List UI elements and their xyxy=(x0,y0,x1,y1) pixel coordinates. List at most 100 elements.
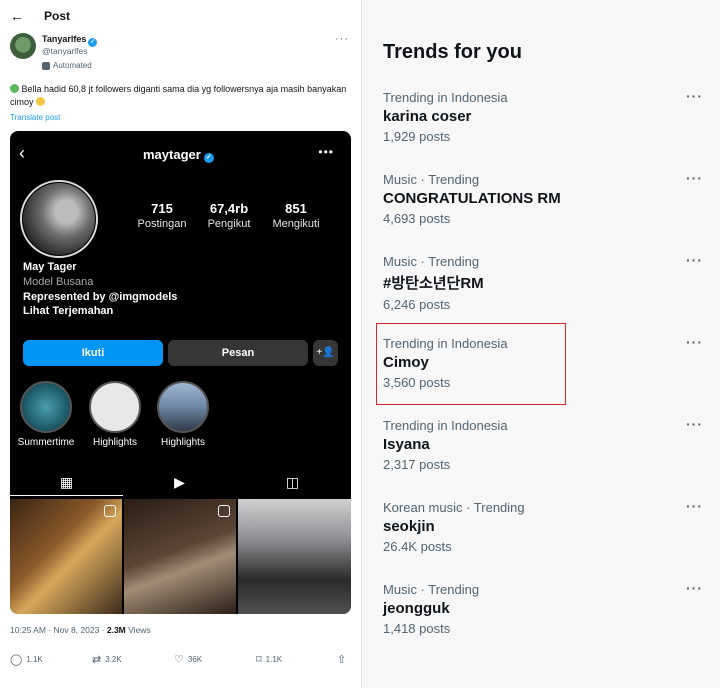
ig-add-person-icon: +👤 xyxy=(313,340,338,366)
ig-message-button: Pesan xyxy=(168,340,308,366)
bookmark-icon: ⌑ xyxy=(256,654,262,666)
ig-stat-label: Mengikuti xyxy=(272,218,320,230)
ig-highlight: Highlights xyxy=(151,381,215,448)
verified-badge-icon: ✓ xyxy=(88,38,98,47)
reply-count: 1.1K xyxy=(26,655,43,664)
more-options-icon[interactable]: ··· xyxy=(686,334,703,350)
trend-context: Music · Trending xyxy=(383,254,480,269)
ig-represented: Represented by @imgmodels xyxy=(23,291,178,303)
highlight-annotation-box xyxy=(376,323,566,405)
ig-follow-button: Ikuti xyxy=(23,340,163,366)
ig-highlight-circle xyxy=(20,381,72,433)
trend-name: jeongguk xyxy=(383,600,450,617)
ig-highlight: Highlights xyxy=(83,381,147,448)
tweet-body: Bella hadid 60,8 jt followers diganti sa… xyxy=(10,84,347,107)
ig-highlight-circle xyxy=(89,381,141,433)
trend-name: #방탄소년단RM xyxy=(383,275,484,292)
post-actions: ◯ 1.1K ⇄ 3.2K ♡ 36K ⌑ 1.1K ⇧ xyxy=(10,653,355,669)
trend-count: 1,418 posts xyxy=(383,621,451,636)
ig-tagged-tab-icon: ◫ xyxy=(285,474,300,490)
bot-icon xyxy=(42,61,50,70)
ig-stat-label: Pengikut xyxy=(207,218,251,230)
ig-stat-label: Postingan xyxy=(137,218,187,230)
ig-highlight-label: Highlights xyxy=(93,437,137,448)
repost-count: 3.2K xyxy=(105,655,122,664)
ig-reels-tab-icon: ▶ xyxy=(174,474,185,490)
trend-name: seokjin xyxy=(383,518,435,535)
automated-label: Automated xyxy=(42,61,92,70)
more-options-icon[interactable]: ··· xyxy=(686,252,703,268)
repost-button[interactable]: ⇄ 3.2K xyxy=(92,653,122,666)
trend-count: 4,693 posts xyxy=(383,211,451,226)
post-title: Post xyxy=(44,9,71,23)
back-arrow-icon[interactable]: ← xyxy=(10,8,24,24)
ig-username-text: maytager xyxy=(143,147,201,162)
ig-stat-num: 851 xyxy=(285,201,307,216)
trend-count: 6,246 posts xyxy=(383,297,451,312)
automated-text: Automated xyxy=(53,61,92,70)
instagram-screenshot[interactable]: ‹ maytager ✓ ••• 715 Postingan 67,4rb Pen… xyxy=(10,131,351,614)
trend-name: CONGRATULATIONS RM xyxy=(383,190,561,207)
reply-button[interactable]: ◯ 1.1K xyxy=(10,653,43,666)
sad-face-icon xyxy=(36,97,46,106)
tweet-text: Bella hadid 60,8 jt followers diganti sa… xyxy=(10,83,350,109)
post-timestamp[interactable]: 10:25 AM · Nov 8, 2023 · xyxy=(10,625,107,635)
trend-context: Music · Trending xyxy=(383,582,480,597)
reels-icon xyxy=(218,505,230,517)
ig-highlight-label: Summertime xyxy=(17,437,75,448)
post-author: Tanyarlfes ✓ @tanyarlfes Automated ··· xyxy=(10,33,355,73)
trend-name: Isyana xyxy=(383,436,430,453)
trend-context: Trending in Indonesia xyxy=(383,90,508,105)
trend-item[interactable]: Music · Trending #방탄소년단RM 6,246 posts ··… xyxy=(383,252,703,324)
post-header: ← xyxy=(10,8,24,24)
ig-grid-tab-icon: ▦ xyxy=(59,474,74,490)
author-handle[interactable]: @tanyarlfes xyxy=(42,46,87,56)
more-options-icon[interactable]: ··· xyxy=(686,416,703,432)
bookmark-button[interactable]: ⌑ 1.1K xyxy=(256,653,282,666)
heart-icon: ♡ xyxy=(174,654,184,666)
trend-context: Korean music · Trending xyxy=(383,500,525,515)
more-options-icon[interactable]: ··· xyxy=(686,88,703,104)
ig-category: Model Busana xyxy=(23,276,94,288)
like-button[interactable]: ♡ 36K xyxy=(174,653,202,666)
ig-photo-grid xyxy=(10,499,351,614)
more-options-icon[interactable]: ··· xyxy=(686,580,703,596)
reply-icon: ◯ xyxy=(10,654,23,666)
share-icon: ⇧ xyxy=(337,654,347,666)
green-heart-icon xyxy=(10,84,19,93)
share-button[interactable]: ⇧ xyxy=(337,653,346,666)
trend-item[interactable]: Trending in Indonesia Isyana 2,317 posts… xyxy=(383,416,703,488)
ig-stat-num: 67,4rb xyxy=(209,201,249,216)
ig-highlight: Summertime xyxy=(14,381,78,448)
trend-item[interactable]: Music · Trending CONGRATULATIONS RM 4,69… xyxy=(383,170,703,242)
author-name-text[interactable]: Tanyarlfes xyxy=(42,34,86,44)
ig-tabs: ▦ ▶ ◫ xyxy=(10,468,351,498)
more-options-icon[interactable]: ··· xyxy=(686,498,703,514)
trend-context: Trending in Indonesia xyxy=(383,418,508,433)
post-meta: 10:25 AM · Nov 8, 2023 · 2.3M Views xyxy=(10,625,151,635)
translate-link[interactable]: Translate post xyxy=(10,113,60,122)
ig-see-translation: Lihat Terjemahan xyxy=(23,305,114,317)
ig-stat-num: 715 xyxy=(151,201,173,216)
author-avatar[interactable] xyxy=(10,33,36,59)
ig-stat-posts: 715 Postingan xyxy=(127,201,197,230)
reels-icon xyxy=(104,505,116,517)
trends-title: Trends for you xyxy=(383,41,522,63)
more-options-icon[interactable]: ··· xyxy=(335,33,349,45)
post-views-count: 2.3M xyxy=(106,625,126,635)
ig-display-name: May Tager xyxy=(23,261,77,273)
like-count: 36K xyxy=(187,655,203,664)
trend-count: 1,929 posts xyxy=(383,129,451,144)
trend-item[interactable]: Trending in Indonesia karina coser 1,929… xyxy=(383,88,703,160)
ig-photo xyxy=(124,499,236,614)
ig-back-icon: ‹ xyxy=(19,143,25,163)
more-options-icon[interactable]: ··· xyxy=(686,170,703,186)
repost-icon: ⇄ xyxy=(92,654,102,666)
trend-name: karina coser xyxy=(383,108,472,125)
bookmark-count: 1.1K xyxy=(265,655,283,664)
ig-photo xyxy=(238,499,351,614)
ig-verified-icon: ✓ xyxy=(203,153,214,163)
trend-item[interactable]: Music · Trending jeongguk 1,418 posts ··… xyxy=(383,580,703,652)
ig-avatar xyxy=(23,183,95,255)
trend-item[interactable]: Korean music · Trending seokjin 26.4K po… xyxy=(383,498,703,570)
